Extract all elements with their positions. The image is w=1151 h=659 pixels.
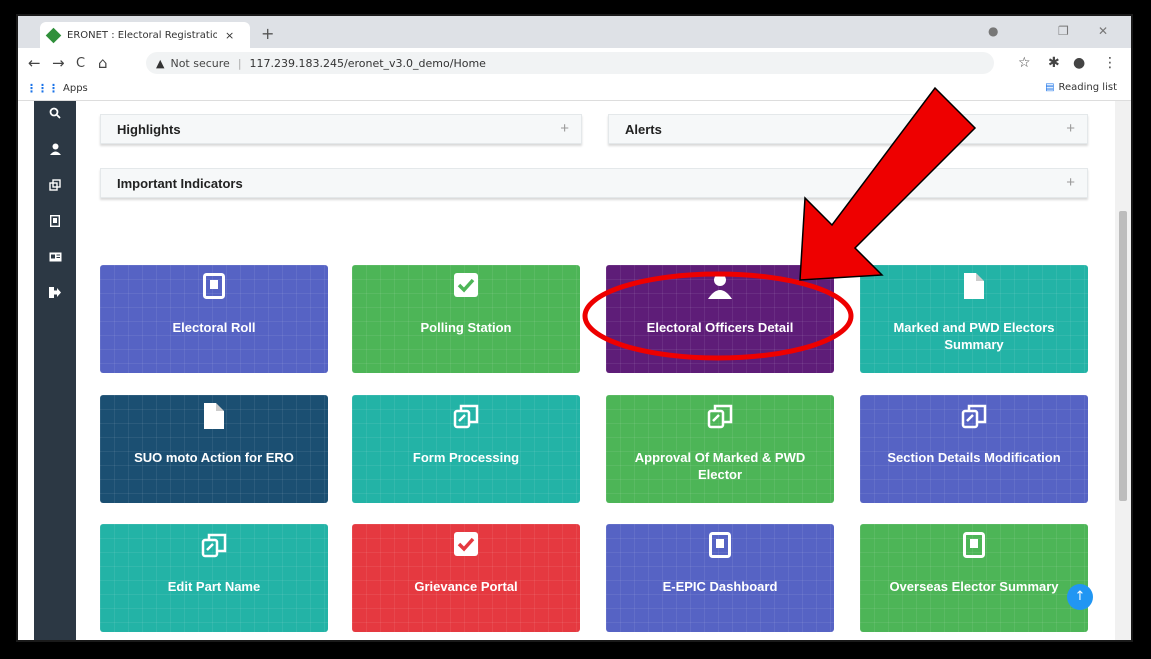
id-badge-icon[interactable] [46, 214, 64, 230]
url-text: 117.239.183.245/eronet_v3.0_demo/Home [249, 56, 486, 70]
apps-label: Apps [63, 83, 88, 94]
tile-section-details-modification[interactable]: Section Details Modification [860, 395, 1088, 503]
id-card-icon[interactable] [46, 251, 64, 265]
apps-grid-icon: ⋮⋮⋮ [26, 82, 59, 95]
id-badge-icon [860, 532, 1088, 560]
page-scrollbar[interactable] [1115, 101, 1131, 640]
alerts-panel[interactable]: Alerts + [608, 114, 1088, 144]
id-badge-icon [606, 532, 834, 560]
browser-tab[interactable]: ERONET : Electoral Registration C × [40, 22, 250, 48]
reading-list-label: Reading list [1058, 82, 1117, 93]
highlights-panel[interactable]: Highlights + [100, 114, 582, 144]
expand-icon[interactable]: + [1066, 120, 1075, 137]
tile-grievance-portal[interactable]: Grievance Portal [352, 524, 580, 632]
security-label: Not secure [170, 56, 230, 70]
bookmarks-bar: ⋮⋮⋮ Apps ▤ Reading list [18, 78, 1131, 101]
scrollbar-thumb[interactable] [1119, 211, 1127, 501]
tile-marked-and-pwd-electors-summary[interactable]: Marked and PWD Electors Summary [860, 265, 1088, 373]
tile-label: Edit Part Name [167, 579, 261, 594]
tile-label: E-EPIC Dashboard [662, 579, 778, 594]
reload-button[interactable]: C [76, 56, 85, 71]
tile-label: Form Processing [412, 450, 520, 465]
clone-icon[interactable] [46, 179, 64, 194]
checkbox-icon [352, 273, 580, 301]
tile-label: Marked and PWD Electors Summary [893, 320, 1055, 352]
tile-label: Approval Of Marked & PWD Elector [634, 450, 806, 482]
sidebar [34, 101, 76, 640]
site-favicon-icon [45, 27, 62, 43]
user-icon[interactable] [46, 143, 64, 158]
panel-title: Important Indicators [117, 176, 243, 191]
clone-icon [860, 403, 1088, 431]
extensions-icon[interactable]: ✱ [1048, 55, 1060, 71]
forward-button[interactable]: → [52, 54, 65, 72]
reading-list-icon: ▤ [1045, 82, 1055, 93]
tab-close-button[interactable]: × [225, 29, 234, 42]
clone-icon [352, 403, 580, 431]
tab-bar: ERONET : Electoral Registration C × + ● … [18, 16, 1131, 48]
file-icon [100, 403, 328, 431]
expand-icon[interactable]: + [560, 120, 569, 137]
user-icon [606, 273, 834, 301]
tile-label: Electoral Roll [172, 320, 256, 335]
panel-title: Alerts [625, 122, 662, 137]
tile-approval-of-marked-pwd-elector[interactable]: Approval Of Marked & PWD Elector [606, 395, 834, 503]
new-tab-button[interactable]: + [261, 24, 274, 43]
tile-label: Overseas Elector Summary [889, 579, 1059, 594]
profile-icon[interactable]: ● [988, 24, 998, 38]
clone-icon [100, 532, 328, 560]
tile-electoral-officers-detail[interactable]: Electoral Officers Detail [606, 265, 834, 373]
tile-overseas-elector-summary[interactable]: Overseas Elector Summary [860, 524, 1088, 632]
important-indicators-panel[interactable]: Important Indicators + [100, 168, 1088, 198]
back-button[interactable]: ← [28, 54, 41, 72]
home-button[interactable]: ⌂ [98, 54, 108, 72]
file-icon [860, 273, 1088, 301]
checkbox-icon [352, 532, 580, 560]
expand-icon[interactable]: + [1066, 174, 1075, 191]
tile-e-epic-dashboard[interactable]: E-EPIC Dashboard [606, 524, 834, 632]
scroll-to-top-button[interactable]: ↑ [1067, 584, 1093, 610]
browser-window: ERONET : Electoral Registration C × + ● … [16, 14, 1133, 642]
url-separator: | [237, 56, 242, 70]
bookmark-star-icon[interactable]: ☆ [1018, 55, 1031, 71]
tab-title: ERONET : Electoral Registration C [67, 29, 217, 41]
close-window-icon[interactable]: ✕ [1098, 24, 1108, 38]
apps-bookmark[interactable]: ⋮⋮⋮ Apps [26, 82, 88, 95]
search-icon[interactable] [46, 107, 64, 122]
tile-label: SUO moto Action for ERO [134, 450, 294, 465]
clone-icon [606, 403, 834, 431]
page-content: Highlights + Alerts + Important Indicato… [18, 101, 1131, 640]
tile-label: Grievance Portal [414, 579, 518, 594]
reading-list-button[interactable]: ▤ Reading list [1045, 82, 1117, 93]
address-bar[interactable]: ▲ Not secure | 117.239.183.245/eronet_v3… [146, 52, 994, 74]
tile-edit-part-name[interactable]: Edit Part Name [100, 524, 328, 632]
account-avatar-icon[interactable]: ● [1073, 55, 1085, 71]
address-row: ← → C ⌂ ▲ Not secure | 117.239.183.245/e… [18, 48, 1131, 78]
tile-electoral-roll[interactable]: Electoral Roll [100, 265, 328, 373]
id-badge-icon [100, 273, 328, 301]
tile-label: Section Details Modification [887, 450, 1061, 465]
warning-icon: ▲ [156, 56, 165, 70]
panel-title: Highlights [117, 122, 181, 137]
tile-label: Electoral Officers Detail [646, 320, 794, 335]
tile-suo-moto-action-for-ero[interactable]: SUO moto Action for ERO [100, 395, 328, 503]
menu-icon[interactable]: ⋮ [1103, 55, 1117, 71]
tile-form-processing[interactable]: Form Processing [352, 395, 580, 503]
tile-label: Polling Station [420, 320, 512, 335]
restore-window-icon[interactable]: ❐ [1058, 24, 1069, 38]
sign-out-icon[interactable] [46, 287, 64, 301]
tile-polling-station[interactable]: Polling Station [352, 265, 580, 373]
